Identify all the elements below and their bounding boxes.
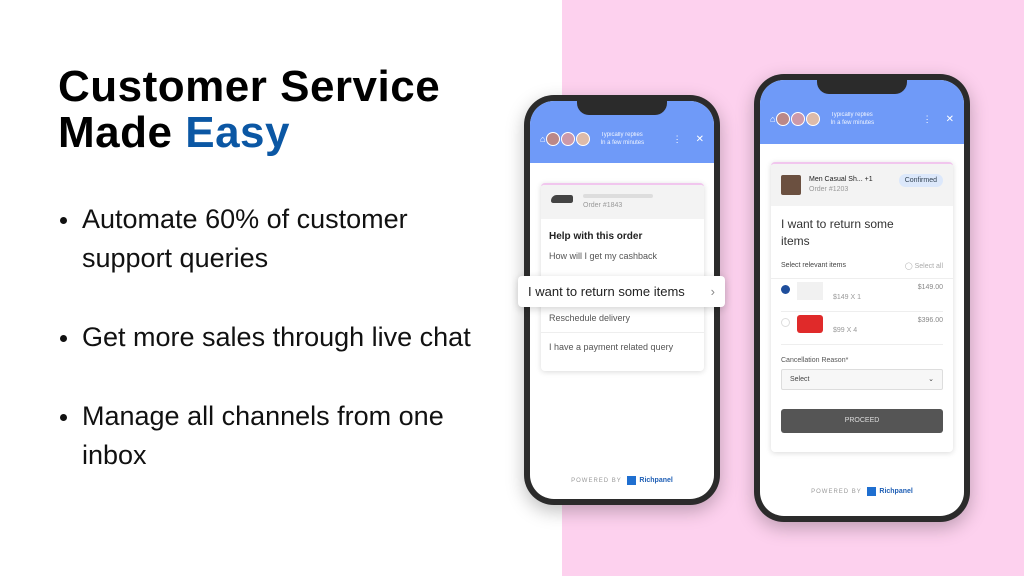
replies-text: Typically replies	[600, 132, 643, 138]
item-total: $396.00	[917, 317, 943, 324]
reply-time: In a few minutes	[600, 140, 645, 146]
avatar	[576, 132, 591, 146]
brand: Richpanel	[639, 477, 673, 485]
more-icon[interactable]: ⋮	[673, 134, 682, 145]
powered-label: POWERED BY	[571, 478, 622, 485]
item-total: $149.00	[917, 284, 943, 291]
page-title: Customer Service Made Easy	[58, 64, 440, 156]
red-shoe-image	[797, 315, 823, 333]
select-all-checkbox[interactable]: ◯ Select all	[905, 262, 943, 270]
select-value: Select	[790, 376, 810, 383]
title-prefix: Made	[58, 108, 173, 157]
option-label: I want to return some items	[528, 284, 685, 299]
return-card: Men Casual Sh... +1 Order #1203 Confirme…	[771, 162, 953, 452]
return-heading: I want to return some items	[781, 217, 894, 248]
notch	[817, 80, 907, 94]
option-reschedule[interactable]: Reschedule delivery	[541, 303, 704, 332]
home-icon[interactable]: ⌂	[770, 114, 775, 124]
avatar	[806, 112, 821, 126]
help-title: Help with this order	[549, 231, 643, 242]
richpanel-logo-icon	[867, 487, 877, 496]
option-cashback[interactable]: How will I get my cashback	[541, 248, 704, 270]
order-number: Order #1203	[809, 186, 849, 193]
more-icon[interactable]: ⋮	[923, 114, 932, 125]
feature-list: Automate 60% of customer support queries…	[58, 200, 498, 515]
product-name: Men Casual Sh... +1	[809, 176, 873, 183]
avatar	[791, 112, 806, 126]
avatar	[776, 112, 791, 126]
item-row[interactable]: $99 X 4 $396.00	[781, 312, 943, 345]
reply-time: In a few minutes	[830, 120, 875, 126]
bullet-item: Get more sales through live chat	[58, 318, 498, 357]
notch	[577, 101, 667, 115]
title-accent: Easy	[185, 108, 290, 157]
reason-select[interactable]: Select ⌄	[781, 369, 943, 390]
select-items-label: Select relevant items	[781, 262, 846, 269]
select-all-label: Select all	[914, 263, 943, 270]
chevron-right-icon: ›	[710, 284, 715, 299]
product-thumbnail	[781, 175, 801, 195]
bullet-item: Automate 60% of customer support queries	[58, 200, 498, 278]
powered-by: POWERED BY Richpanel	[530, 476, 714, 485]
phone-right: ⌂ Typically replies In a few minutes ⋮ ✕ …	[754, 74, 970, 522]
replies-text: Typically replies	[830, 112, 873, 118]
avatar	[546, 132, 561, 146]
unchecked-icon[interactable]	[781, 318, 790, 327]
checked-icon[interactable]	[781, 285, 790, 294]
chevron-down-icon: ⌄	[928, 376, 934, 383]
close-icon[interactable]: ✕	[946, 114, 954, 125]
close-icon[interactable]: ✕	[696, 134, 704, 145]
item-qty: $99 X 4	[833, 327, 858, 334]
powered-label: POWERED BY	[811, 489, 862, 496]
home-icon[interactable]: ⌂	[540, 134, 545, 144]
option-payment[interactable]: I have a payment related query	[541, 332, 704, 361]
title-line1: Customer Service	[58, 62, 441, 111]
option-return-items[interactable]: I want to return some items ›	[518, 276, 725, 307]
richpanel-logo-icon	[627, 476, 637, 485]
shoe-icon	[551, 195, 573, 203]
brand: Richpanel	[879, 488, 913, 496]
title-line2: Made Easy	[58, 110, 440, 156]
proceed-button[interactable]: PROCEED	[781, 409, 943, 433]
reason-label: Cancellation Reason*	[781, 357, 849, 364]
status-badge: Confirmed	[898, 174, 943, 187]
powered-by: POWERED BY Richpanel	[760, 487, 964, 496]
bullet-item: Manage all channels from one inbox	[58, 397, 498, 475]
item-qty: $149 X 1	[833, 294, 862, 301]
avatar	[561, 132, 576, 146]
shoe-image	[797, 282, 823, 300]
order-number: Order #1843	[583, 202, 623, 209]
item-row[interactable]: $149 X 1 $149.00	[781, 279, 943, 312]
